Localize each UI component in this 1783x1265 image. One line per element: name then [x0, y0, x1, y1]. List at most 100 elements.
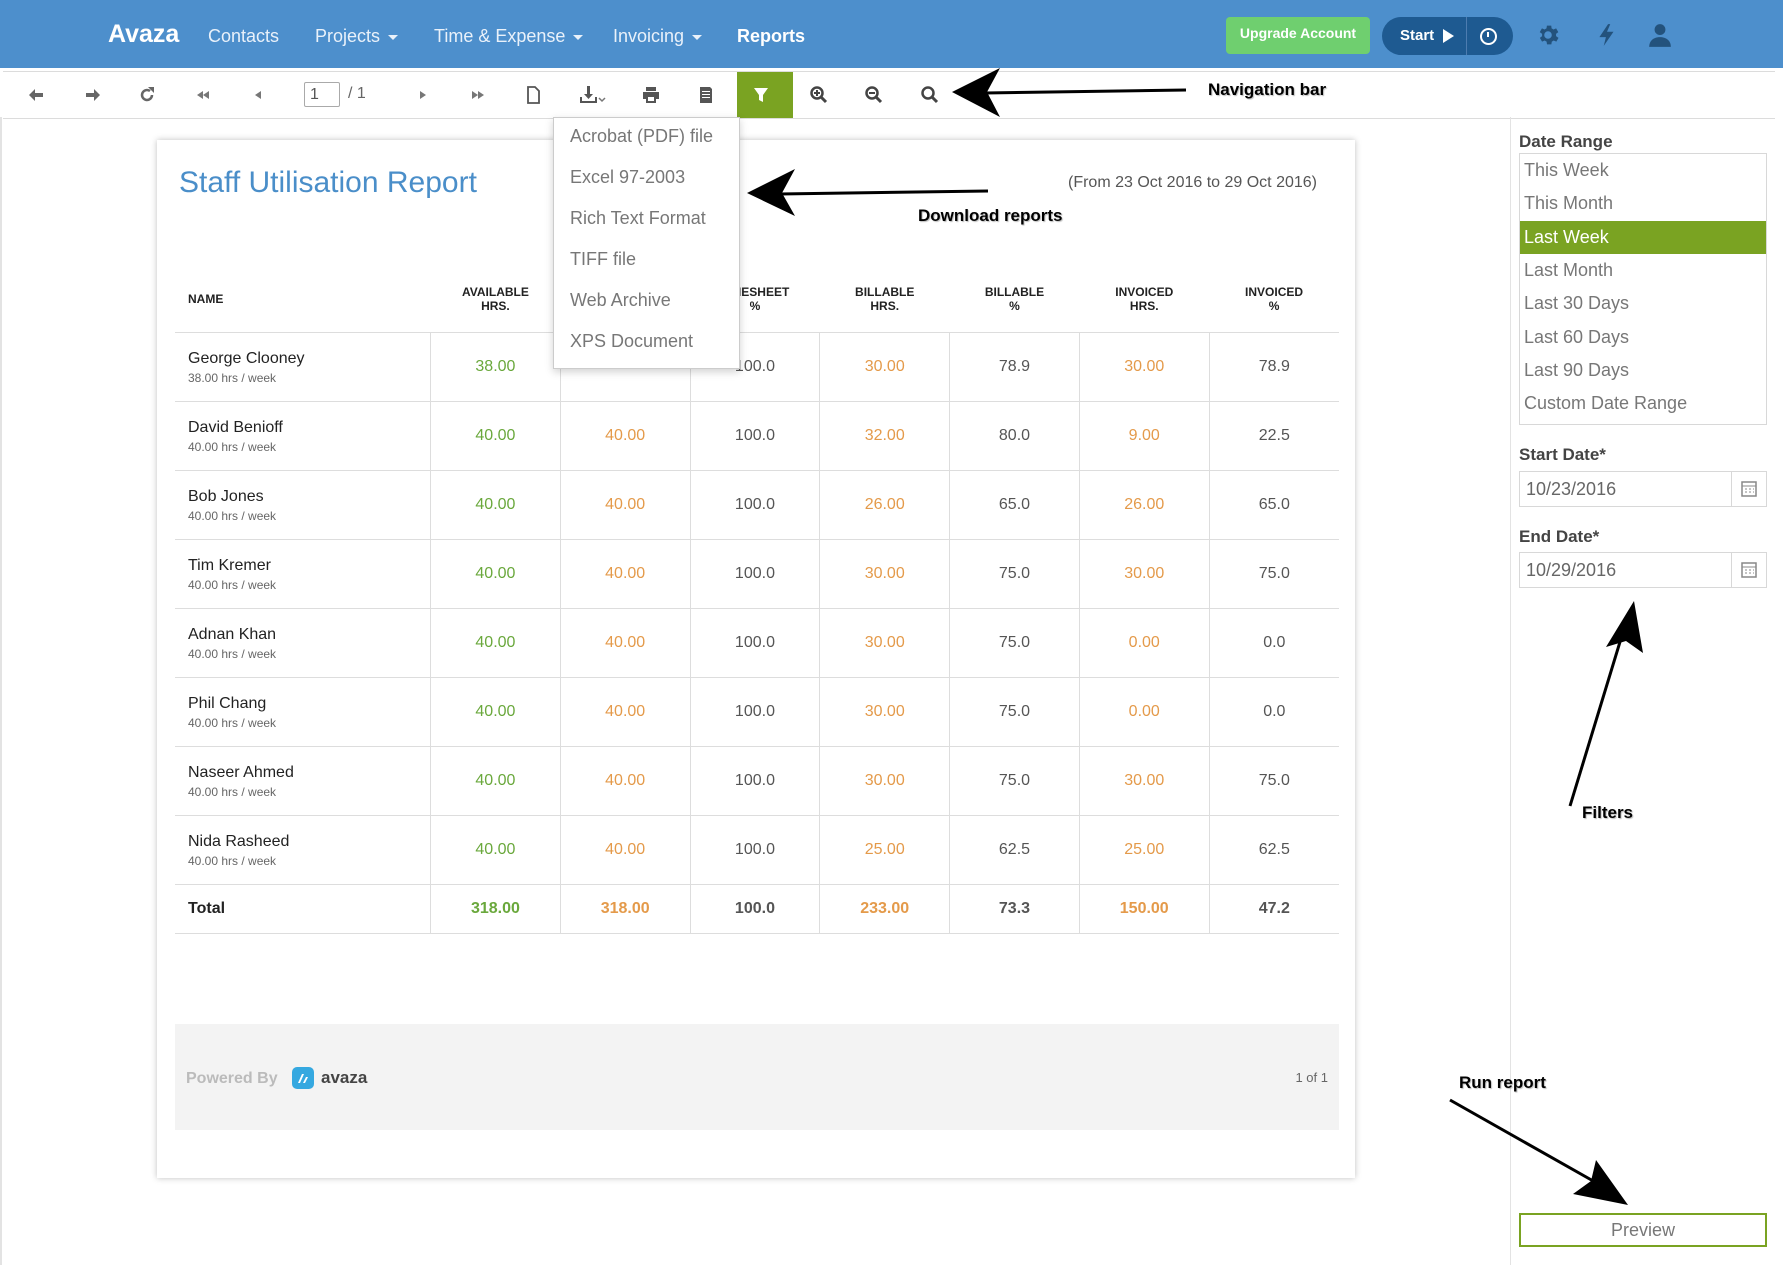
table-cell: 40.00	[430, 608, 561, 678]
date-range-option[interactable]: Last 90 Days	[1520, 354, 1766, 387]
table-cell: 40.00	[559, 815, 691, 885]
table-cell: 75.0	[949, 539, 1080, 609]
table-cell: 62.5	[949, 815, 1080, 885]
chevron-down-icon	[388, 34, 399, 40]
staff-name: George Clooney	[188, 349, 305, 367]
nav-reports-label: Reports	[737, 26, 806, 46]
date-range-option[interactable]: This Week	[1520, 154, 1766, 187]
name-cell: Bob Jones 40.00 hrs / week	[175, 470, 431, 540]
print-page-icon	[700, 87, 712, 103]
column-header: INVOICED%	[1209, 265, 1339, 333]
table-cell: 40.00	[559, 401, 691, 471]
print-button[interactable]	[627, 72, 675, 118]
date-range-option[interactable]: Last 30 Days	[1520, 287, 1766, 320]
left-border	[0, 117, 2, 1265]
table-cell: 30.00	[1078, 332, 1210, 402]
table-cell: 40.00	[430, 746, 561, 816]
powered-by-label: Powered By	[186, 1070, 278, 1087]
upgrade-account-button[interactable]: Upgrade Account	[1226, 17, 1370, 54]
report-page: Staff Utilisation Report (From 23 Oct 20…	[157, 140, 1355, 1178]
user-icon[interactable]	[1647, 22, 1673, 48]
next-page-button[interactable]	[399, 72, 447, 118]
date-range-list: This Week This Month Last Week Last Month La…	[1519, 153, 1767, 425]
menu-item-rtf[interactable]: Rich Text Format	[570, 208, 706, 229]
column-header: INVOICED HRS.	[1079, 265, 1210, 333]
nav-invoicing[interactable]: Invoicing	[613, 26, 703, 47]
table-cell: 40.00	[430, 539, 561, 609]
table-cell: 65.0	[949, 470, 1080, 540]
table-cell: 78.9	[949, 332, 1080, 402]
table-cell: 22.5	[1208, 401, 1339, 471]
nav-projects[interactable]: Projects	[315, 26, 399, 47]
table-cell: 40.00	[430, 677, 561, 747]
calendar-icon[interactable]	[1731, 472, 1766, 506]
date-range-option[interactable]: Last 60 Days	[1520, 321, 1766, 354]
nav-reports[interactable]: Reports	[737, 26, 805, 47]
table-cell: 40.00	[430, 815, 561, 885]
column-header-line1: AVAILABLE	[461, 284, 529, 299]
column-header: BILLABLE HRS.	[819, 265, 950, 333]
back-button[interactable]	[13, 72, 61, 118]
zoom-out-icon	[865, 86, 883, 104]
end-date-label: End Date*	[1519, 527, 1600, 546]
previous-page-button[interactable]	[234, 72, 282, 118]
zoom-in-button[interactable]	[795, 72, 843, 118]
chevron-down-icon	[573, 34, 584, 40]
name-cell: Phil Chang 40.00 hrs / week	[175, 677, 431, 747]
date-range-option-label: Last Week	[1524, 226, 1609, 247]
menu-item-web-archive[interactable]: Web Archive	[570, 290, 671, 311]
table-cell: 150.00	[1078, 884, 1210, 934]
date-range-option[interactable]: Custom Date Range	[1520, 387, 1766, 420]
column-header: AVAILABLE HRS.	[430, 265, 561, 333]
search-button[interactable]	[906, 72, 954, 118]
report-date-range: (From 23 Oct 2016 to 29 Oct 2016)	[1067, 174, 1317, 191]
menu-item-excel[interactable]: Excel 97-2003	[570, 167, 685, 188]
clock-icon[interactable]	[1480, 28, 1497, 45]
date-range-option[interactable]: Last Month	[1520, 254, 1766, 287]
brand-logo[interactable]: Avaza	[108, 20, 179, 49]
start-date-value: 10/23/2016	[1526, 479, 1617, 499]
download-button[interactable]	[565, 72, 613, 118]
menu-item-tiff[interactable]: TIFF file	[570, 249, 636, 270]
calendar-icon[interactable]	[1731, 553, 1766, 587]
table-cell: 25.00	[819, 815, 950, 885]
document-button[interactable]	[509, 72, 557, 118]
last-page-button[interactable]	[454, 72, 502, 118]
staff-weekly-hours: 40.00 hrs / week	[188, 715, 277, 730]
nav-contacts[interactable]: Contacts	[208, 26, 279, 47]
table-row: Adnan Khan 40.00 hrs / week 40.00 40.00 100.…	[175, 608, 1339, 678]
staff-name: Phil Chang	[188, 694, 267, 712]
refresh-button[interactable]	[123, 72, 171, 118]
staff-name: Bob Jones	[188, 487, 264, 505]
date-range-option-label: This Month	[1524, 193, 1614, 214]
name-cell: David Benioff 40.00 hrs / week	[175, 401, 431, 471]
end-date-value: 10/29/2016	[1526, 560, 1617, 580]
date-range-option[interactable]: This Month	[1520, 187, 1766, 220]
annotation-run-report: Run report	[1459, 1073, 1546, 1092]
start-timer-button[interactable]: Start	[1382, 17, 1513, 55]
menu-item-xps[interactable]: XPS Document	[570, 331, 693, 352]
table-cell: 73.3	[949, 884, 1080, 934]
table-cell: 40.00	[559, 608, 691, 678]
annotation-filters: Filters	[1582, 803, 1634, 822]
start-date-field[interactable]: 10/23/2016	[1519, 471, 1767, 507]
zoom-in-icon	[810, 86, 828, 104]
table-cell: 40.00	[559, 746, 691, 816]
first-page-button[interactable]	[179, 72, 227, 118]
print-page-button[interactable]	[682, 72, 730, 118]
preview-button[interactable]: Preview	[1519, 1213, 1767, 1247]
zoom-out-button[interactable]	[850, 72, 898, 118]
filter-button[interactable]	[737, 72, 793, 118]
page-number-input[interactable]	[304, 82, 340, 107]
nav-time-expense[interactable]: Time & Expense	[434, 26, 584, 47]
lightning-icon[interactable]	[1594, 22, 1620, 48]
gear-icon[interactable]	[1535, 22, 1561, 48]
report-title: Staff Utilisation Report	[179, 166, 477, 199]
menu-item-pdf[interactable]: Acrobat (PDF) file	[570, 126, 713, 147]
end-date-field[interactable]: 10/29/2016	[1519, 552, 1767, 588]
avaza-logo-text: avaza	[321, 1068, 368, 1087]
table-cell: 40.00	[430, 401, 561, 471]
date-range-option[interactable]: Last Week	[1520, 220, 1766, 254]
table-cell: 75.0	[949, 677, 1080, 747]
forward-button[interactable]	[68, 72, 116, 118]
